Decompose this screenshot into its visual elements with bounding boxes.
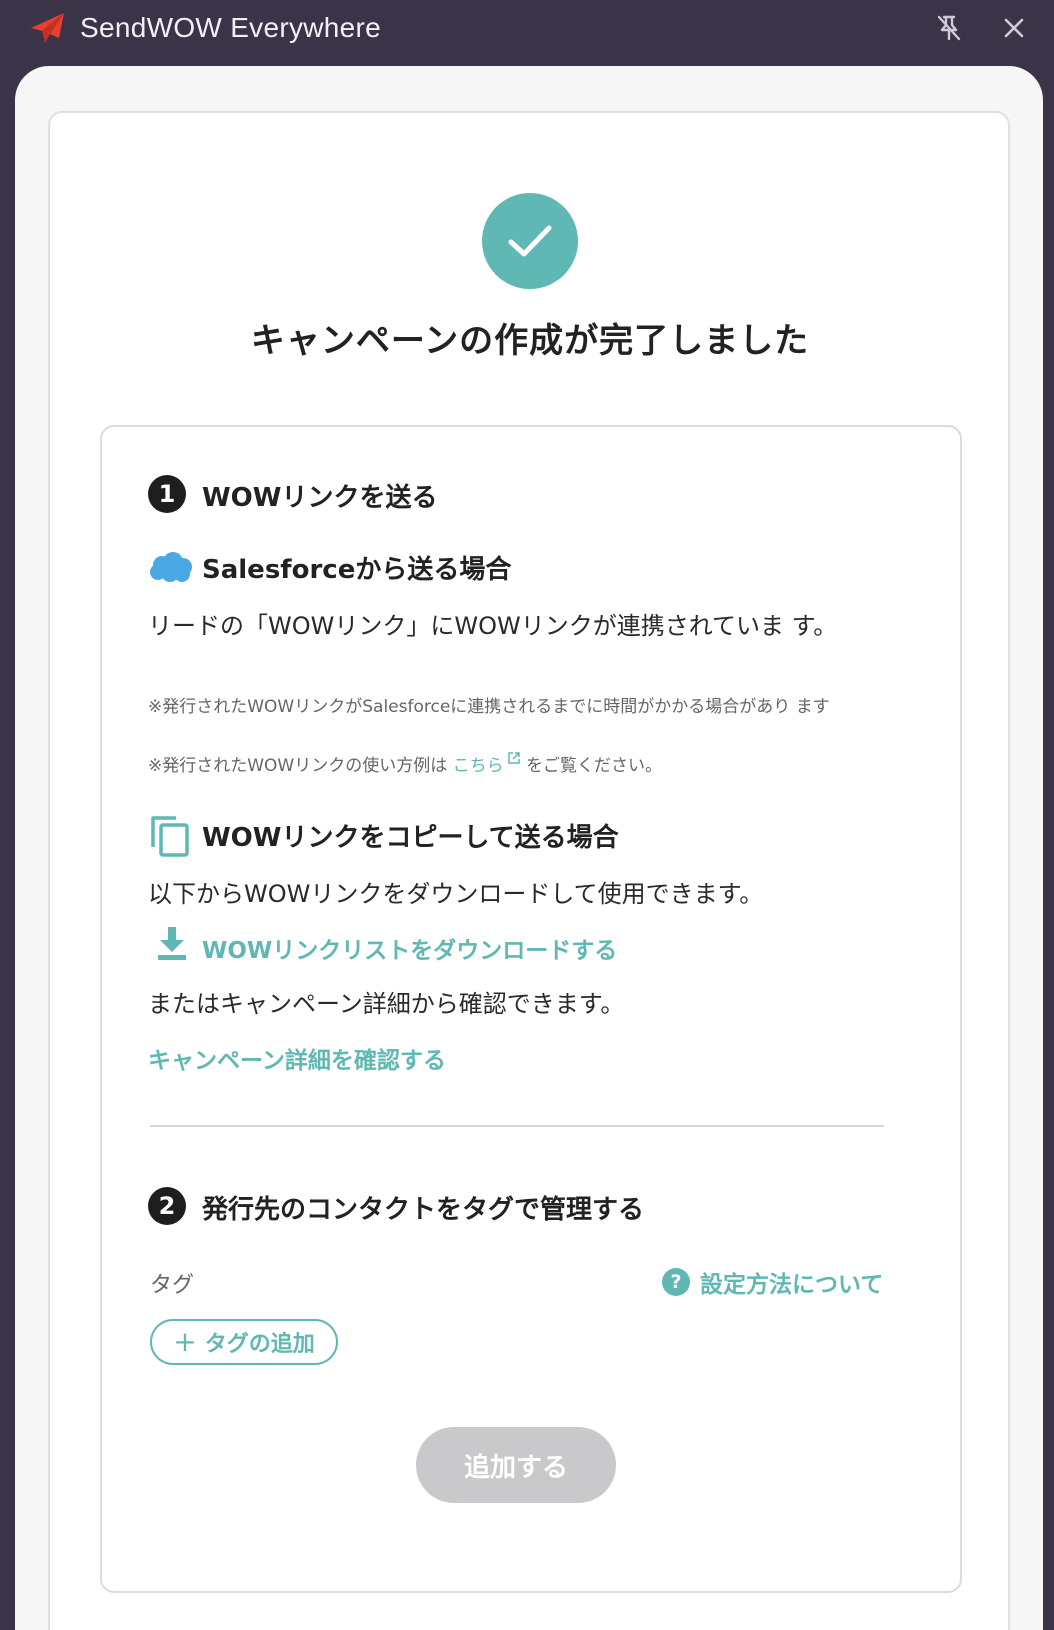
campaign-detail-link[interactable]: キャンペーン詳細を確認する bbox=[148, 1041, 446, 1075]
copy-section-title: WOWリンクをコピーして送る場合 bbox=[202, 823, 619, 853]
usage-example-link[interactable]: こちら bbox=[453, 752, 521, 776]
copy-icon bbox=[151, 816, 189, 857]
step-2-badge: 2 bbox=[148, 1187, 186, 1225]
salesforce-note-usage: ※発行されたWOWリンクの使い方例は こちら をご覧ください。 bbox=[148, 751, 908, 781]
usage-note-suffix: をご覧ください。 bbox=[526, 756, 663, 776]
usage-note-prefix: ※発行されたWOWリンクの使い方例は bbox=[148, 756, 448, 776]
step-1-badge: 1 bbox=[148, 475, 186, 513]
setting-help-label: 設定方法について bbox=[700, 1272, 884, 1298]
app-title: SendWOW Everywhere bbox=[80, 12, 382, 43]
close-icon[interactable] bbox=[998, 12, 1030, 44]
submit-add-button[interactable]: 追加する bbox=[416, 1427, 616, 1503]
title-bar: SendWOW Everywhere bbox=[0, 0, 1054, 66]
step-1-title: WOWリンクを送る bbox=[202, 483, 438, 513]
plus-icon: + bbox=[173, 1325, 197, 1358]
campaign-detail-description: またはキャンペーン詳細から確認できます。 bbox=[148, 990, 625, 1018]
salesforce-section-title: Salesforceから送る場合 bbox=[202, 555, 512, 585]
add-tag-label: タグの追加 bbox=[204, 1332, 315, 1357]
instructions-panel: 1 WOWリンクを送る Salesforceから送る場合 リードの「WOWリンク… bbox=[100, 425, 962, 1593]
completion-card: キャンペーンの作成が完了しました 1 WOWリンクを送る Salesforceか… bbox=[48, 111, 1010, 1630]
tag-label: タグ bbox=[150, 1273, 195, 1298]
download-icon[interactable] bbox=[156, 927, 188, 961]
section-divider bbox=[150, 1125, 884, 1127]
external-link-icon bbox=[507, 752, 520, 764]
success-check-icon bbox=[482, 193, 578, 289]
salesforce-note-sync: ※発行されたWOWリンクがSalesforceに連携されるまでに時間がかかる場合… bbox=[148, 697, 830, 717]
download-link-list-link[interactable]: WOWリンクリストをダウンロードする bbox=[202, 931, 617, 965]
add-tag-button[interactable]: + タグの追加 bbox=[150, 1319, 338, 1365]
window-content: キャンペーンの作成が完了しました 1 WOWリンクを送る Salesforceか… bbox=[15, 66, 1043, 1630]
setting-help-link[interactable]: ? 設定方法について bbox=[662, 1265, 883, 1299]
page-title: キャンペーンの作成が完了しました bbox=[250, 321, 810, 361]
salesforce-cloud-icon bbox=[150, 552, 192, 582]
unpin-icon[interactable] bbox=[933, 12, 965, 44]
step-2-title: 発行先のコンタクトをタグで管理する bbox=[202, 1195, 645, 1225]
paper-plane-icon bbox=[31, 13, 64, 43]
salesforce-description: リードの「WOWリンク」にWOWリンクが連携されていま す。 bbox=[148, 612, 838, 640]
help-icon: ? bbox=[662, 1268, 690, 1296]
copy-description: 以下からWOWリンクをダウンロードして使用できます。 bbox=[148, 880, 764, 908]
